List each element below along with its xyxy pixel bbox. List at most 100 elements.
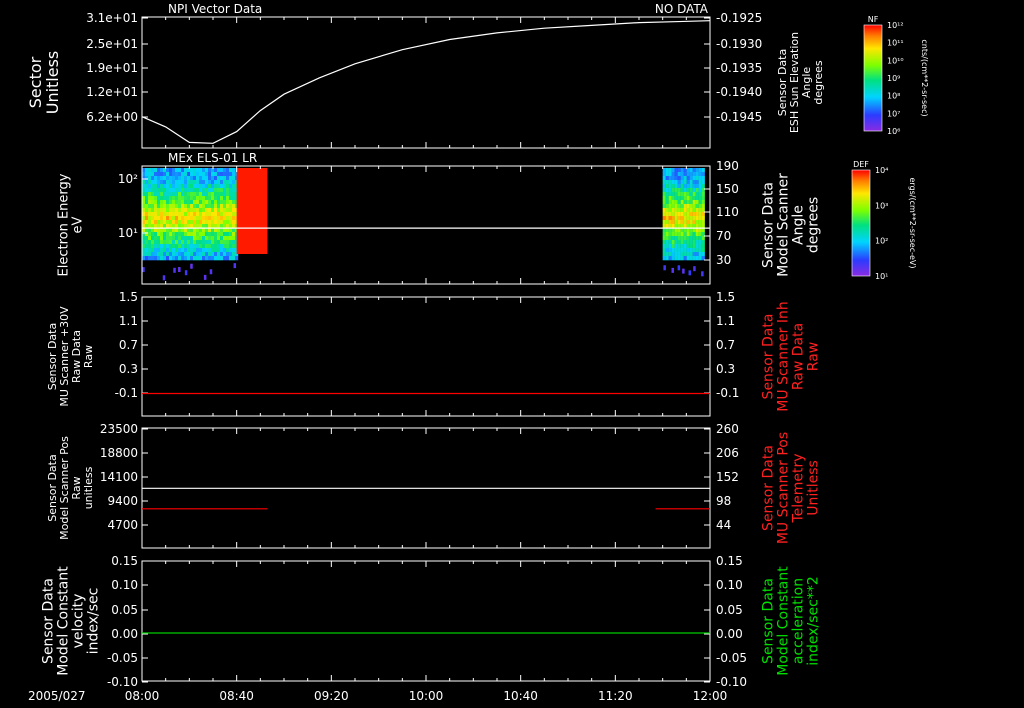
heatmap-cell (680, 200, 684, 205)
heatmap-cell (190, 232, 194, 237)
heatmap-cell (169, 168, 173, 173)
heatmap-cell (202, 208, 206, 213)
axis-label-line: index/sec**2 (805, 576, 821, 666)
heatmap-cell (680, 196, 684, 201)
heatmap-cell (205, 256, 209, 261)
heatmap-cell (698, 240, 702, 245)
heatmap-cell (196, 184, 200, 189)
heatmap-cell (680, 176, 684, 181)
heatmap-cell (199, 196, 203, 201)
heatmap-cell (184, 220, 188, 225)
heatmap-cell (665, 208, 669, 213)
heatmap-cell (680, 236, 684, 241)
heatmap-cell (683, 240, 687, 245)
heatmap-cell (671, 248, 675, 253)
colorbar-gradient (863, 24, 883, 132)
heatmap-cell (184, 192, 188, 197)
heatmap-cell (693, 266, 696, 272)
heatmap-cell (698, 196, 702, 201)
heatmap-cell (205, 200, 209, 205)
heatmap-cell (172, 208, 176, 213)
heatmap-cell (671, 244, 675, 249)
heatmap-cell (190, 204, 194, 209)
heatmap-cell (692, 212, 696, 217)
axis-label-line: Sensor Data (40, 578, 56, 664)
heatmap-cell (232, 200, 236, 205)
heatmap-cell (145, 196, 149, 201)
heatmap-cell (205, 176, 209, 181)
heatmap-cell (199, 188, 203, 193)
heatmap-cell (175, 220, 179, 225)
heatmap-cell (178, 212, 182, 217)
heatmap-cell (695, 196, 699, 201)
heatmap-cell (686, 208, 690, 213)
heatmap-cell (190, 248, 194, 253)
heatmap-cell (145, 168, 149, 173)
heatmap-cell (172, 244, 176, 249)
heatmap-cell (193, 232, 197, 237)
heatmap-cell (151, 236, 155, 241)
heatmap-cell (668, 248, 672, 253)
heatmap-cell (172, 176, 176, 181)
heatmap-cell (698, 172, 702, 177)
heatmap-cell (223, 168, 227, 173)
heatmap-cell (220, 204, 224, 209)
heatmap-cell (662, 256, 666, 261)
y-tick-label: 1.9e+01 (86, 61, 138, 75)
heatmap-cell (169, 176, 173, 181)
heatmap-cell (214, 172, 218, 177)
heatmap-cell (181, 220, 185, 225)
heatmap-cell (202, 192, 206, 197)
heatmap-cell (686, 240, 690, 245)
colorbar-tick-label: 10¹ (875, 272, 888, 281)
heatmap-cell (665, 244, 669, 249)
heatmap-cell (674, 248, 678, 253)
heatmap-cell (220, 200, 224, 205)
heatmap-cell (214, 188, 218, 193)
heatmap-cell (671, 256, 675, 261)
heatmap-cell (199, 256, 203, 261)
heatmap-cell (178, 168, 182, 173)
y-tick-label: 1.2e+01 (86, 85, 138, 99)
heatmap-cell (665, 220, 669, 225)
heatmap-cell (169, 240, 173, 245)
heatmap-cell (190, 263, 193, 269)
heatmap-cell (680, 256, 684, 261)
axis-label-line: Model Constant (55, 566, 71, 676)
heatmap-cell (208, 208, 212, 213)
heatmap-cell (175, 168, 179, 173)
time-tick-label: 08:00 (125, 689, 160, 703)
heatmap-cell (160, 192, 164, 197)
heatmap-cell (692, 204, 696, 209)
heatmap-cell (701, 244, 705, 249)
heatmap-cell (154, 248, 158, 253)
heatmap-cell (677, 168, 681, 173)
heatmap-cell (196, 188, 200, 193)
heatmap-cell (686, 204, 690, 209)
heatmap-cell (166, 208, 170, 213)
left-axis-label: Sensor Data Model Constant velocity index/s… (40, 566, 101, 676)
heatmap-cell (689, 196, 693, 201)
heatmap-cell (226, 240, 230, 245)
heatmap-cell (169, 252, 173, 257)
heatmap-cell (172, 204, 176, 209)
heatmap-cell (199, 248, 203, 253)
heatmap-cell (686, 232, 690, 237)
heatmap-cell (157, 180, 161, 185)
heatmap-cell (172, 216, 176, 221)
heatmap-cell (172, 252, 176, 257)
heatmap-cell (205, 208, 209, 213)
heatmap-cell (662, 204, 666, 209)
heatmap-cell (686, 172, 690, 177)
heatmap-cell (205, 180, 209, 185)
axis-label-line: Electron Energy (57, 173, 72, 276)
right-axis-label: Sensor Data MU Scanner Pos Telemetry Unitle… (760, 432, 821, 544)
y-tick-label-right: 1.5 (716, 290, 735, 304)
heatmap-cell (214, 200, 218, 205)
heatmap-cell (229, 248, 233, 253)
heatmap-cell (686, 200, 690, 205)
y-tick-label-right: 206 (716, 446, 739, 460)
heatmap-cell (193, 212, 197, 217)
colorbar-tick-label: 10⁷ (887, 109, 900, 118)
heatmap-cell (163, 172, 167, 177)
